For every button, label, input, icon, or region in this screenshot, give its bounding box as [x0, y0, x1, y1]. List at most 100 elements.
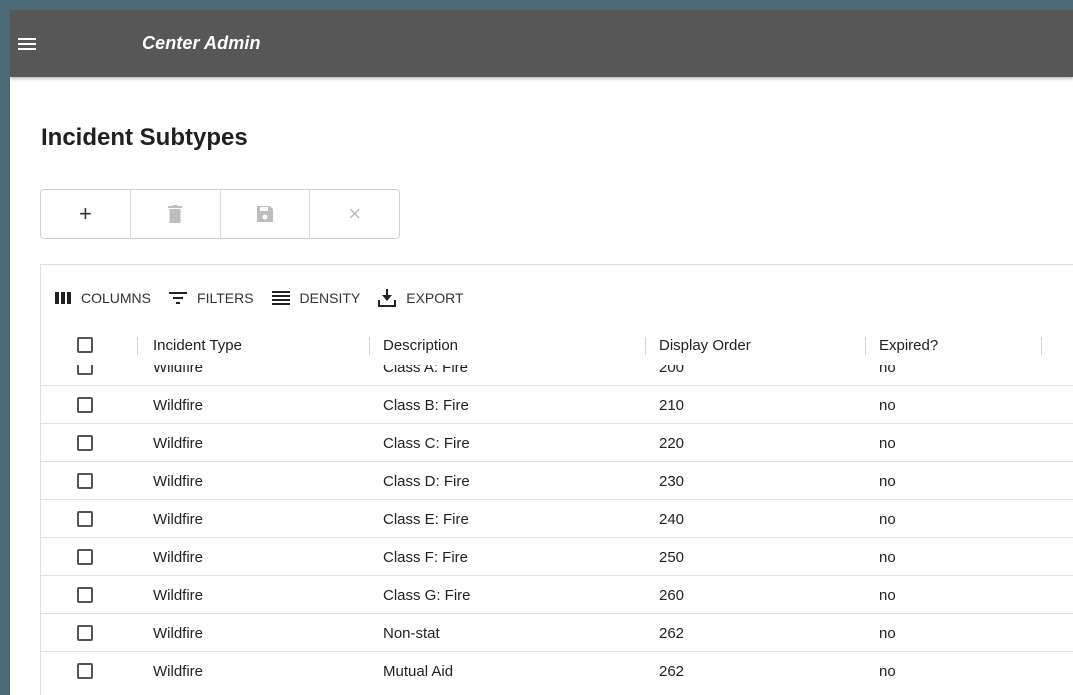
columns-button[interactable]: COLUMNS	[55, 290, 151, 306]
app-title: Center Admin	[142, 33, 261, 53]
header-description[interactable]: Description	[383, 325, 458, 365]
density-icon	[271, 291, 290, 305]
select-all-checkbox[interactable]	[77, 337, 93, 353]
columns-label: COLUMNS	[81, 290, 152, 306]
column-separator[interactable]	[137, 337, 138, 355]
filters-button[interactable]: FILTERS	[169, 290, 254, 306]
select-all-cell	[77, 325, 93, 365]
cell-description: Class A: Fire	[383, 365, 469, 376]
cell-incident-type: Wildfire	[153, 624, 204, 642]
row-checkbox-cell	[77, 538, 93, 576]
table-row[interactable]: Wildfire Class F: Fire 250 no	[41, 537, 1073, 576]
table-row[interactable]: Wildfire Class D: Fire 230 no	[41, 461, 1073, 500]
table-row[interactable]: Wildfire Class G: Fire 260 no	[41, 575, 1073, 614]
cell-display-order: 220	[659, 434, 685, 452]
row-checkbox-cell	[77, 424, 93, 462]
header-incident-type[interactable]: Incident Type	[153, 325, 242, 365]
cell-display-order: 230	[659, 472, 685, 490]
action-toolbar: + ×	[40, 189, 400, 239]
add-button[interactable]: +	[41, 190, 131, 238]
row-checkbox-cell	[77, 500, 93, 538]
delete-button[interactable]	[131, 190, 221, 238]
cell-expired: no	[879, 434, 896, 452]
cell-incident-type: Wildfire	[153, 472, 204, 490]
density-label: DENSITY	[299, 290, 361, 306]
table-row[interactable]: Wildfire Class C: Fire 220 no	[41, 423, 1073, 462]
row-checkbox-cell	[77, 365, 93, 386]
row-checkbox[interactable]	[77, 663, 93, 679]
cell-description: Mutual Aid	[383, 662, 454, 680]
export-button[interactable]: EXPORT	[378, 289, 464, 307]
trash-icon	[168, 205, 183, 223]
row-checkbox[interactable]	[77, 365, 93, 375]
cell-incident-type: Wildfire	[153, 396, 204, 414]
columns-icon	[55, 292, 71, 304]
grid-toolbar: COLUMNS FILTERS DENSITY EXPORT	[41, 285, 482, 311]
row-checkbox[interactable]	[77, 435, 93, 451]
table-row[interactable]: Wildfire Mutual Aid 262 no	[41, 651, 1073, 690]
app-bar: Center Admin	[10, 10, 1073, 77]
grid-header: Incident Type Description Display Order …	[41, 325, 1073, 365]
download-icon	[378, 289, 397, 307]
cell-description: Class E: Fire	[383, 510, 469, 528]
row-checkbox-cell	[77, 614, 93, 652]
row-checkbox[interactable]	[77, 549, 93, 565]
row-checkbox[interactable]	[77, 587, 93, 603]
cell-incident-type: Wildfire	[153, 510, 204, 528]
app-window: Center Admin Incident Subtypes + × COLUM…	[10, 10, 1073, 695]
grid-body: Wildfire Class A: Fire 200 no Wildfire C…	[41, 365, 1073, 695]
cell-expired: no	[879, 662, 896, 680]
row-checkbox-cell	[77, 652, 93, 690]
cell-expired: no	[879, 472, 896, 490]
cell-incident-type: Wildfire	[153, 548, 204, 566]
cell-description: Class F: Fire	[383, 548, 469, 566]
cell-display-order: 262	[659, 624, 685, 642]
filters-label: FILTERS	[197, 290, 254, 306]
cell-description: Class G: Fire	[383, 586, 471, 604]
density-button[interactable]: DENSITY	[271, 290, 361, 306]
header-expired[interactable]: Expired?	[879, 325, 938, 365]
cell-display-order: 250	[659, 548, 685, 566]
cell-expired: no	[879, 510, 896, 528]
page-title: Incident Subtypes	[41, 124, 248, 151]
cancel-button[interactable]: ×	[310, 190, 399, 238]
cell-incident-type: Wildfire	[153, 434, 204, 452]
cell-expired: no	[879, 365, 896, 376]
table-row[interactable]: Wildfire Non-stat 262 no	[41, 613, 1073, 652]
save-icon	[256, 206, 273, 222]
cell-incident-type: Wildfire	[153, 662, 204, 680]
cell-description: Class C: Fire	[383, 434, 470, 452]
cell-expired: no	[879, 548, 896, 566]
filter-icon	[169, 292, 188, 304]
data-grid: COLUMNS FILTERS DENSITY EXPORT Incident …	[40, 264, 1073, 695]
cell-display-order: 240	[659, 510, 685, 528]
header-display-order[interactable]: Display Order	[659, 325, 751, 365]
cell-incident-type: Wildfire	[153, 586, 204, 604]
row-checkbox-cell	[77, 576, 93, 614]
cell-description: Class B: Fire	[383, 396, 469, 414]
cell-description: Class D: Fire	[383, 472, 470, 490]
row-checkbox[interactable]	[77, 397, 93, 413]
column-separator[interactable]	[645, 337, 646, 355]
cell-display-order: 260	[659, 586, 685, 604]
column-separator[interactable]	[369, 337, 370, 355]
cell-expired: no	[879, 624, 896, 642]
cell-description: Non-stat	[383, 624, 440, 642]
cell-display-order: 210	[659, 396, 685, 414]
row-checkbox[interactable]	[77, 625, 93, 641]
table-row[interactable]: Wildfire Class A: Fire 200 no	[41, 365, 1073, 386]
cell-expired: no	[879, 396, 896, 414]
row-checkbox[interactable]	[77, 511, 93, 527]
column-separator[interactable]	[865, 337, 866, 355]
cell-incident-type: Wildfire	[153, 365, 204, 376]
row-checkbox[interactable]	[77, 473, 93, 489]
row-checkbox-cell	[77, 462, 93, 500]
column-separator[interactable]	[1041, 337, 1042, 355]
cell-display-order: 200	[659, 365, 685, 376]
save-button[interactable]	[221, 190, 311, 238]
table-row[interactable]: Wildfire Class E: Fire 240 no	[41, 499, 1073, 538]
cell-display-order: 262	[659, 662, 685, 680]
table-row[interactable]: Wildfire Class B: Fire 210 no	[41, 385, 1073, 424]
menu-icon[interactable]	[18, 36, 38, 52]
cell-expired: no	[879, 586, 896, 604]
